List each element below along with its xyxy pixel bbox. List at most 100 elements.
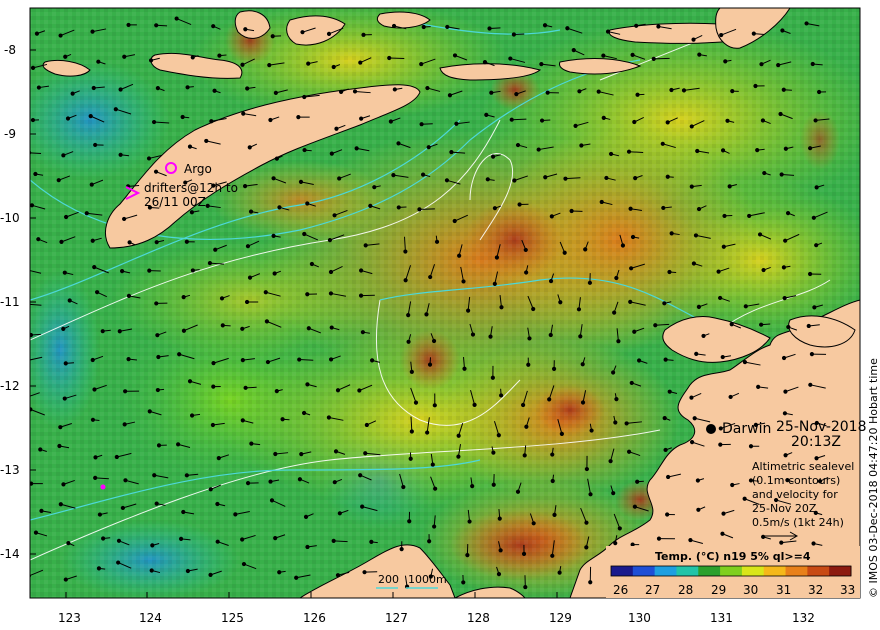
velocity-arrow-head xyxy=(215,501,220,507)
velocity-arrow-head xyxy=(243,27,248,32)
velocity-arrow-head xyxy=(277,205,282,210)
velocity-arrow-head xyxy=(630,234,636,240)
lon-tick-label: 126 xyxy=(303,611,326,625)
velocity-arrow-head xyxy=(420,172,426,177)
velocity-arrow-head xyxy=(359,116,364,121)
velocity-arrow-head xyxy=(563,176,568,181)
velocity-arrow-head xyxy=(456,454,461,459)
velocity-arrow-head xyxy=(264,319,270,324)
velocity-arrow-head xyxy=(531,306,536,312)
velocity-arrow-head xyxy=(421,24,426,30)
velocity-arrow-head xyxy=(635,92,640,97)
velocity-arrow-head xyxy=(565,26,570,31)
velocity-arrow-head xyxy=(635,479,640,484)
velocity-arrow-head xyxy=(588,492,593,497)
velocity-arrow-head xyxy=(434,239,440,244)
velocity-arrow-head xyxy=(127,240,132,245)
velocity-arrow-head xyxy=(760,118,766,123)
velocity-arrow-head xyxy=(667,269,672,275)
velocity-arrow xyxy=(299,359,314,361)
velocity-arrow-head xyxy=(116,560,121,565)
velocity-arrow-head xyxy=(783,238,788,243)
velocity-arrow-head xyxy=(573,123,578,128)
velocity-arrow-head xyxy=(70,91,75,96)
velocity-arrow-head xyxy=(240,537,245,542)
velocity-arrow-head xyxy=(462,366,467,371)
velocity-arrow-head xyxy=(177,352,182,357)
velocity-arrow-head xyxy=(296,115,301,120)
velocity-arrow-head xyxy=(299,452,304,457)
velocity-arrow-head xyxy=(57,443,62,449)
velocity-arrow-head xyxy=(811,541,816,546)
velocity-arrow-head xyxy=(425,85,430,91)
velocity-arrow-head xyxy=(669,231,674,236)
velocity-arrow-head xyxy=(695,148,700,154)
velocity-arrow-head xyxy=(520,402,526,408)
velocity-arrow-head xyxy=(305,201,310,206)
velocity-arrow-head xyxy=(117,329,122,334)
velocity-arrow-head xyxy=(667,389,672,394)
velocity-arrow-head xyxy=(244,299,250,305)
velocity-arrow-head xyxy=(207,260,213,266)
velocity-arrow-head xyxy=(401,484,406,490)
velocity-arrow-head xyxy=(302,147,307,153)
darwin-label: Darwin xyxy=(722,421,771,437)
velocity-arrow-head xyxy=(730,89,735,94)
velocity-arrow-head xyxy=(584,520,589,525)
velocity-arrow-head xyxy=(302,231,307,237)
velocity-arrow-head xyxy=(90,357,95,363)
velocity-arrow-head xyxy=(352,89,358,94)
velocity-arrow-head xyxy=(328,291,334,296)
velocity-arrow-head xyxy=(786,324,791,330)
velocity-arrow-head xyxy=(156,354,161,360)
velocity-arrow-head xyxy=(759,322,764,327)
velocity-arrow-head xyxy=(695,478,700,483)
velocity-arrow-head xyxy=(689,395,694,400)
velocity-arrow-head xyxy=(148,58,154,63)
velocity-arrow-head xyxy=(331,538,336,544)
velocity-arrow-head xyxy=(604,175,609,181)
velocity-arrow-head xyxy=(559,431,564,436)
velocity-arrow-head xyxy=(240,418,245,423)
velocity-arrow-head xyxy=(629,266,634,271)
sst-map: -8 -9 -10 -11 -12 -13 -14 123 124 125 12… xyxy=(0,7,880,625)
velocity-arrow-head xyxy=(817,89,822,95)
velocity-arrow-head xyxy=(97,512,103,517)
velocity-arrow-head xyxy=(753,83,758,89)
velocity-arrow-head xyxy=(444,178,450,183)
velocity-arrow-head xyxy=(391,23,397,29)
velocity-arrow-head xyxy=(663,447,668,453)
velocity-arrow-head xyxy=(328,357,334,362)
velocity-arrow-head xyxy=(720,148,726,153)
velocity-arrow-head xyxy=(61,153,66,158)
velocity-arrow-head xyxy=(309,261,315,267)
velocity-arrow-head xyxy=(569,208,574,214)
colorbar-tick: 29 xyxy=(711,583,726,597)
velocity-arrow-head xyxy=(696,304,702,309)
velocity-arrow-head xyxy=(781,355,787,361)
velocity-arrow-head xyxy=(651,56,656,62)
velocity-arrow-head xyxy=(742,496,747,501)
velocity-arrow-head xyxy=(247,275,253,280)
velocity-arrow-head xyxy=(601,115,606,121)
velocity-arrow-head xyxy=(488,334,493,339)
velocity-arrow-head xyxy=(120,269,125,274)
velocity-arrow-head xyxy=(425,430,430,435)
velocity-arrow-head xyxy=(329,325,334,330)
velocity-arrow-head xyxy=(465,553,470,558)
velocity-arrow-head xyxy=(492,281,497,286)
velocity-arrow-head xyxy=(718,442,723,447)
velocity-arrow-head xyxy=(123,478,128,483)
velocity-arrow-head xyxy=(301,410,307,416)
velocity-arrow-head xyxy=(146,156,152,161)
velocity-arrow-head xyxy=(806,323,811,329)
velocity-arrow-head xyxy=(472,402,477,408)
velocity-arrow-head xyxy=(583,247,588,252)
velocity-arrow-head xyxy=(388,119,393,124)
velocity-arrow-head xyxy=(65,116,71,121)
velocity-arrow-head xyxy=(409,429,414,434)
velocity-arrow-head xyxy=(431,338,437,344)
velocity-arrow-head xyxy=(811,215,816,220)
velocity-arrow-head xyxy=(392,87,397,92)
velocity-arrow-head xyxy=(403,278,408,283)
